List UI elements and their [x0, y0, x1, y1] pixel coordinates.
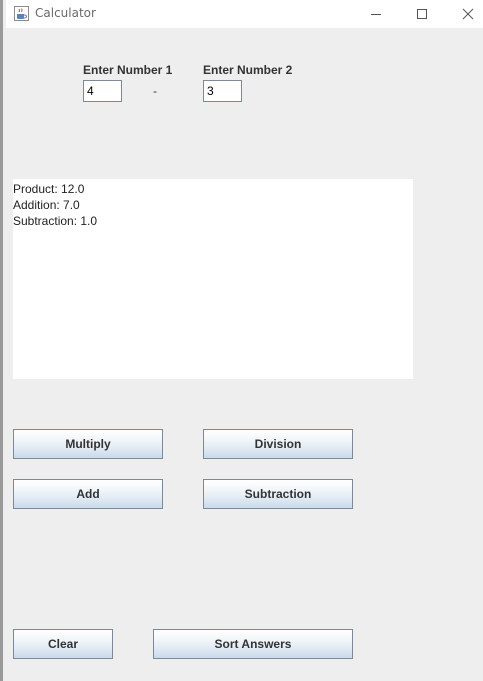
result-line-addition: Addition: 7.0 [13, 198, 80, 212]
subtraction-button[interactable]: Subtraction [203, 479, 353, 509]
number2-label: Enter Number 2 [203, 63, 293, 77]
multiply-button[interactable]: Multiply [13, 429, 163, 459]
result-line-subtraction: Subtraction: 1.0 [13, 214, 98, 228]
calculator-window: Calculator Enter Number 1 - Enter Number… [0, 0, 483, 681]
title-bar[interactable]: Calculator [6, 0, 483, 28]
close-icon [462, 5, 474, 24]
result-line-product: Product: 12.0 [13, 182, 85, 196]
minimize-button[interactable] [353, 0, 399, 28]
results-text-area[interactable]: Product: 12.0 Addition: 7.0 Subtraction:… [13, 179, 413, 379]
close-button[interactable] [445, 0, 483, 28]
maximize-button[interactable] [399, 0, 445, 28]
operator-symbol: - [153, 84, 157, 98]
minimize-icon [370, 5, 382, 24]
number2-field[interactable] [203, 80, 242, 102]
java-coffee-cup-icon [14, 6, 29, 21]
number1-label: Enter Number 1 [83, 63, 173, 77]
number1-field[interactable] [83, 80, 122, 102]
sort-answers-button[interactable]: Sort Answers [153, 629, 353, 659]
division-button[interactable]: Division [203, 429, 353, 459]
clear-button[interactable]: Clear [13, 629, 113, 659]
add-button[interactable]: Add [13, 479, 163, 509]
maximize-icon [416, 5, 428, 24]
window-title: Calculator [35, 6, 96, 20]
